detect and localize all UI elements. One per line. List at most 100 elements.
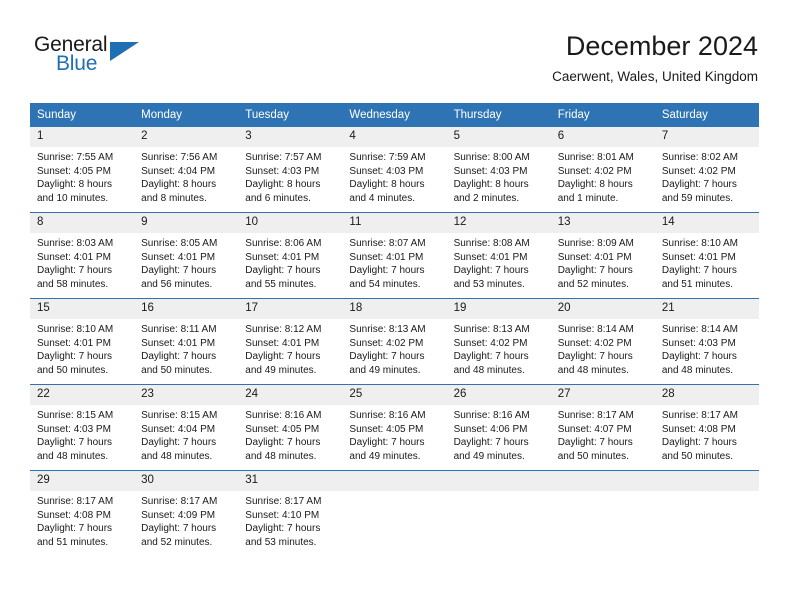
day-cell[interactable]: 5 Sunrise: 8:00 AM Sunset: 4:03 PM Daylight… — [446, 126, 551, 213]
day-cell[interactable]: 22 Sunrise: 8:15 AM Sunset: 4:03 PM Dayligh… — [30, 384, 135, 471]
day-cell[interactable]: 17 Sunrise: 8:12 AM Sunset: 4:01 PM Dayligh… — [238, 298, 343, 385]
day-cell[interactable]: 26 Sunrise: 8:16 AM Sunset: 4:06 PM Dayligh… — [446, 384, 551, 471]
daylight-text-line1: Daylight: 8 hours — [141, 179, 217, 191]
sunset-text: Sunset: 4:01 PM — [557, 251, 632, 263]
sunset-text: Sunset: 4:10 PM — [245, 509, 320, 521]
day-cell[interactable]: 8 Sunrise: 8:03 AM Sunset: 4:01 PM Daylight… — [30, 212, 135, 299]
day-number: 1 — [30, 127, 135, 147]
day-cell[interactable]: 3 Sunrise: 7:57 AM Sunset: 4:03 PM Daylight… — [238, 126, 343, 213]
sunrise-text: Sunrise: 7:56 AM — [141, 152, 218, 163]
daylight-text-line2: and 50 minutes. — [557, 450, 629, 462]
sunset-text: Sunset: 4:04 PM — [141, 423, 216, 435]
day-details: Sunrise: 8:17 AM Sunset: 4:07 PM Daylight:… — [551, 405, 655, 463]
day-number: 21 — [654, 299, 759, 319]
daylight-text-line1: Daylight: 7 hours — [661, 351, 737, 363]
day-cell[interactable]: 11 Sunrise: 8:07 AM Sunset: 4:01 PM Dayligh… — [342, 212, 447, 299]
day-number — [342, 471, 447, 491]
day-cell[interactable]: 23 Sunrise: 8:15 AM Sunset: 4:04 PM Dayligh… — [134, 384, 239, 471]
day-cell[interactable]: 13 Sunrise: 8:09 AM Sunset: 4:01 PM Dayligh… — [550, 212, 655, 299]
day-details: Sunrise: 8:16 AM Sunset: 4:05 PM Daylight:… — [342, 405, 446, 463]
daylight-text-line2: and 58 minutes. — [37, 278, 109, 290]
daylight-text-line2: and 51 minutes. — [37, 536, 109, 548]
day-details: Sunrise: 7:59 AM Sunset: 4:03 PM Daylight:… — [342, 147, 446, 205]
day-cell[interactable]: 28 Sunrise: 8:17 AM Sunset: 4:08 PM Dayligh… — [654, 384, 759, 471]
daylight-text-line2: and 56 minutes. — [141, 278, 213, 290]
sunset-text: Sunset: 4:09 PM — [141, 509, 216, 521]
day-cell[interactable]: 9 Sunrise: 8:05 AM Sunset: 4:01 PM Daylight… — [134, 212, 239, 299]
day-number: 11 — [342, 213, 447, 233]
day-cell[interactable]: 15 Sunrise: 8:10 AM Sunset: 4:01 PM Dayligh… — [30, 298, 135, 385]
calendar-body: 1 Sunrise: 7:55 AM Sunset: 4:05 PM Daylight… — [30, 126, 759, 556]
day-details: Sunrise: 7:56 AM Sunset: 4:04 PM Daylight:… — [134, 147, 238, 205]
day-number: 20 — [550, 299, 655, 319]
day-details: Sunrise: 8:11 AM Sunset: 4:01 PM Daylight:… — [134, 319, 238, 377]
day-details: Sunrise: 8:03 AM Sunset: 4:01 PM Daylight:… — [30, 233, 134, 291]
day-cell[interactable]: 30 Sunrise: 8:17 AM Sunset: 4:09 PM Dayligh… — [134, 470, 239, 556]
sunrise-text: Sunrise: 8:11 AM — [141, 324, 217, 335]
day-cell[interactable]: 1 Sunrise: 7:55 AM Sunset: 4:05 PM Daylight… — [30, 126, 135, 213]
sunset-text: Sunset: 4:05 PM — [349, 423, 424, 435]
sunrise-text: Sunrise: 7:55 AM — [37, 152, 114, 163]
day-details: Sunrise: 8:10 AM Sunset: 4:01 PM Daylight:… — [30, 319, 134, 377]
daylight-text-line1: Daylight: 8 hours — [245, 179, 321, 191]
daylight-text-line1: Daylight: 7 hours — [349, 351, 425, 363]
day-cell[interactable]: 27 Sunrise: 8:17 AM Sunset: 4:07 PM Dayligh… — [550, 384, 655, 471]
sunset-text: Sunset: 4:01 PM — [37, 251, 111, 263]
day-cell[interactable]: 21 Sunrise: 8:14 AM Sunset: 4:03 PM Dayligh… — [654, 298, 759, 385]
day-number: 31 — [238, 471, 343, 491]
sunrise-text: Sunrise: 8:16 AM — [453, 410, 530, 421]
calendar-grid: Sunday Monday Tuesday Wednesday Thursday… — [30, 103, 759, 556]
day-cell[interactable]: 25 Sunrise: 8:16 AM Sunset: 4:05 PM Dayligh… — [342, 384, 447, 471]
day-details: Sunrise: 8:17 AM Sunset: 4:10 PM Daylight:… — [238, 491, 342, 549]
day-cell[interactable]: 4 Sunrise: 7:59 AM Sunset: 4:03 PM Daylight… — [342, 126, 447, 213]
daylight-text-line2: and 48 minutes. — [245, 450, 317, 462]
day-cell[interactable]: 6 Sunrise: 8:01 AM Sunset: 4:02 PM Daylight… — [550, 126, 655, 213]
sunrise-text: Sunrise: 8:05 AM — [141, 238, 218, 249]
day-cell[interactable]: 24 Sunrise: 8:16 AM Sunset: 4:05 PM Dayligh… — [238, 384, 343, 471]
daylight-text-line2: and 52 minutes. — [141, 536, 213, 548]
daylight-text-line1: Daylight: 7 hours — [349, 437, 425, 449]
daylight-text-line2: and 55 minutes. — [245, 278, 317, 290]
daylight-text-line1: Daylight: 8 hours — [453, 179, 529, 191]
day-cell[interactable]: 31 Sunrise: 8:17 AM Sunset: 4:10 PM Dayligh… — [238, 470, 343, 556]
day-cell[interactable]: 2 Sunrise: 7:56 AM Sunset: 4:04 PM Daylight… — [134, 126, 239, 213]
day-cell[interactable]: 20 Sunrise: 8:14 AM Sunset: 4:02 PM Dayligh… — [550, 298, 655, 385]
day-cell[interactable]: 29 Sunrise: 8:17 AM Sunset: 4:08 PM Dayligh… — [30, 470, 135, 556]
daylight-text-line2: and 6 minutes. — [245, 192, 311, 204]
sunrise-text: Sunrise: 8:17 AM — [37, 496, 114, 507]
day-number: 23 — [134, 385, 239, 405]
day-cell[interactable]: 16 Sunrise: 8:11 AM Sunset: 4:01 PM Dayligh… — [134, 298, 239, 385]
daylight-text-line2: and 49 minutes. — [349, 364, 421, 376]
sunset-text: Sunset: 4:03 PM — [37, 423, 111, 435]
daylight-text-line1: Daylight: 7 hours — [245, 523, 321, 535]
daylight-text-line2: and 48 minutes. — [453, 364, 525, 376]
day-cell[interactable]: 7 Sunrise: 8:02 AM Sunset: 4:02 PM Daylight… — [654, 126, 759, 213]
daylight-text-line2: and 53 minutes. — [453, 278, 525, 290]
day-details: Sunrise: 8:10 AM Sunset: 4:01 PM Daylight:… — [655, 233, 759, 291]
day-cell[interactable]: 19 Sunrise: 8:13 AM Sunset: 4:02 PM Dayligh… — [446, 298, 551, 385]
sunrise-text: Sunrise: 8:14 AM — [661, 324, 738, 335]
sunrise-text: Sunrise: 8:13 AM — [349, 324, 426, 335]
sunset-text: Sunset: 4:04 PM — [141, 165, 216, 177]
sunrise-text: Sunrise: 8:09 AM — [557, 238, 634, 249]
day-number — [654, 471, 759, 491]
sunrise-text: Sunrise: 8:16 AM — [349, 410, 426, 421]
day-cell[interactable]: 14 Sunrise: 8:10 AM Sunset: 4:01 PM Dayligh… — [654, 212, 759, 299]
day-number: 13 — [550, 213, 655, 233]
daylight-text-line1: Daylight: 7 hours — [141, 523, 217, 535]
day-cell[interactable]: 18 Sunrise: 8:13 AM Sunset: 4:02 PM Dayligh… — [342, 298, 447, 385]
sunrise-text: Sunrise: 8:17 AM — [557, 410, 634, 421]
daylight-text-line2: and 48 minutes. — [37, 450, 109, 462]
day-details: Sunrise: 8:15 AM Sunset: 4:04 PM Daylight:… — [134, 405, 238, 463]
day-number: 5 — [446, 127, 551, 147]
page-header: General Blue December 2024 Caerwent, Wal… — [0, 0, 792, 100]
daylight-text-line2: and 50 minutes. — [661, 450, 734, 462]
daylight-text-line2: and 8 minutes. — [141, 192, 207, 204]
day-cell[interactable]: 10 Sunrise: 8:06 AM Sunset: 4:01 PM Dayligh… — [238, 212, 343, 299]
day-cell[interactable]: 12 Sunrise: 8:08 AM Sunset: 4:01 PM Dayligh… — [446, 212, 551, 299]
day-number: 25 — [342, 385, 447, 405]
day-details: Sunrise: 8:15 AM Sunset: 4:03 PM Daylight:… — [30, 405, 134, 463]
calendar-week-row: 1 Sunrise: 7:55 AM Sunset: 4:05 PM Daylight… — [30, 126, 759, 213]
sunset-text: Sunset: 4:01 PM — [661, 251, 736, 263]
calendar-week-row: 8 Sunrise: 8:03 AM Sunset: 4:01 PM Daylight… — [30, 212, 759, 299]
